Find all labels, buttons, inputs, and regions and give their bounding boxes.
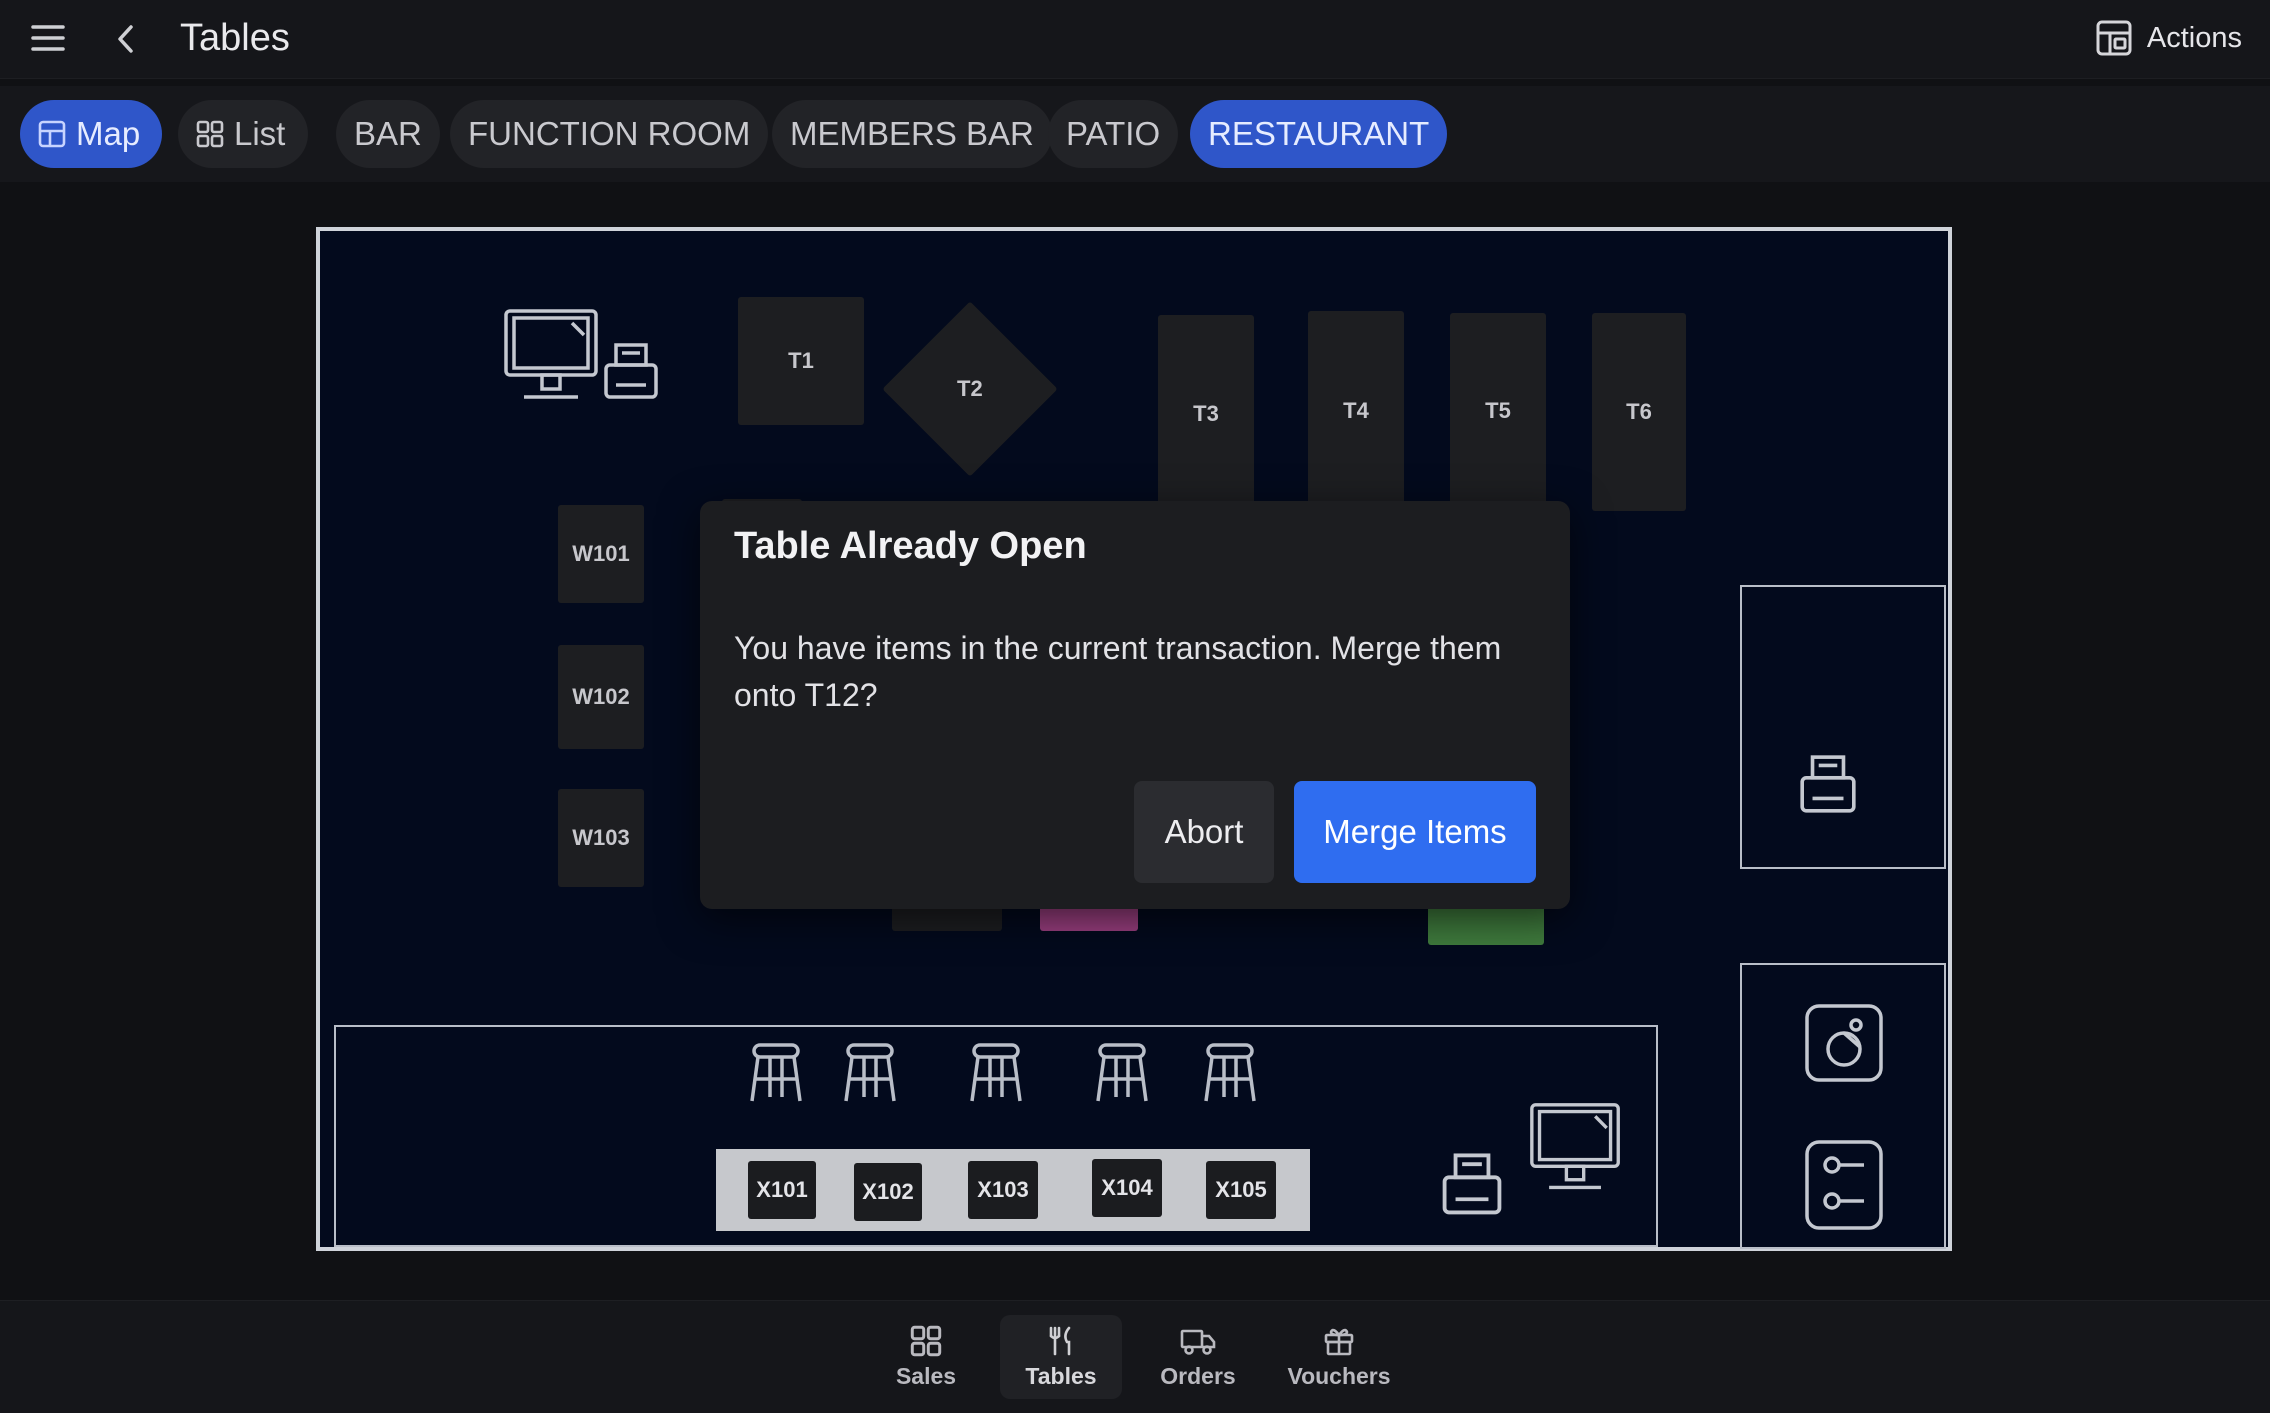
area-chip-function-room[interactable]: FUNCTION ROOM (450, 100, 769, 168)
bar-seat-x101[interactable]: X101 (748, 1161, 816, 1219)
actions-label: Actions (2146, 21, 2242, 54)
bar-counter: X101 X102 X103 X104 X105 (716, 1149, 1310, 1231)
map-icon (38, 120, 66, 148)
bar-stool-icon (964, 1041, 1028, 1105)
dialog-title: Table Already Open (734, 525, 1087, 567)
table-t6[interactable]: T6 (1592, 313, 1686, 511)
page-title: Tables (180, 17, 290, 59)
printer-icon (602, 341, 660, 403)
bar-seat-x104[interactable]: X104 (1092, 1159, 1162, 1217)
nav-tables-label: Tables (1025, 1362, 1097, 1389)
bottom-navigation: Sales Tables Orders Vouchers (0, 1300, 2270, 1413)
service-zone-printer (1740, 585, 1946, 869)
delivery-truck-icon (1180, 1325, 1216, 1357)
pos-terminal-icon (1528, 1101, 1624, 1197)
top-app-bar: Tables Actions (0, 0, 2270, 79)
view-list-label: List (234, 115, 286, 152)
table-t5[interactable]: T5 (1450, 313, 1546, 509)
view-map-label: Map (76, 115, 141, 152)
view-list-chip[interactable]: List (178, 100, 308, 168)
bar-stool-icon (744, 1041, 808, 1105)
grid-icon (196, 120, 224, 148)
pos-terminal-icon (502, 307, 602, 407)
bar-stool-icon (1198, 1041, 1262, 1105)
filter-bar: Map List BAR FUNCTION ROOM MEMBERS BAR P… (0, 86, 2270, 182)
area-chip-patio[interactable]: PATIO (1048, 100, 1179, 168)
table-w101[interactable]: W101 (558, 505, 644, 603)
printer-icon (1796, 753, 1860, 817)
nav-sales-label: Sales (895, 1362, 957, 1389)
area-chip-restaurant[interactable]: RESTAURANT (1190, 100, 1448, 168)
nav-sales[interactable]: Sales (878, 1315, 974, 1399)
menu-icon[interactable] (30, 22, 66, 54)
dialog-message: You have items in the current transactio… (734, 630, 1502, 713)
restroom-icon (1804, 1139, 1884, 1231)
table-t3[interactable]: T3 (1158, 315, 1254, 513)
nav-orders-label: Orders (1160, 1362, 1236, 1389)
bar-zone: X101 X102 X103 X104 X105 (334, 1025, 1658, 1247)
printer-icon (1440, 1151, 1504, 1219)
area-chip-members-bar[interactable]: MEMBERS BAR (772, 100, 1052, 168)
table-t1[interactable]: T1 (738, 297, 864, 425)
bar-stool-icon (838, 1041, 902, 1105)
bar-stool-icon (1090, 1041, 1154, 1105)
table-w103[interactable]: W103 (558, 789, 644, 887)
bar-seat-x105[interactable]: X105 (1206, 1161, 1276, 1219)
view-map-chip[interactable]: Map (20, 100, 162, 168)
abort-button[interactable]: Abort (1134, 781, 1274, 883)
table-t4[interactable]: T4 (1308, 311, 1404, 511)
gift-icon (1323, 1325, 1355, 1357)
table-t2-label: T2 (957, 376, 983, 401)
back-icon[interactable] (112, 22, 140, 56)
table-open-dialog: Table Already Open You have items in the… (700, 501, 1570, 909)
nav-vouchers-label: Vouchers (1287, 1362, 1391, 1389)
service-zone-restrooms (1740, 963, 1946, 1249)
bar-seat-x102[interactable]: X102 (854, 1163, 922, 1221)
nav-tables[interactable]: Tables (1000, 1315, 1122, 1399)
utensils-icon (1045, 1325, 1077, 1357)
table-t2[interactable]: T2 (882, 301, 1058, 477)
layout-icon (2095, 19, 2133, 57)
table-w102[interactable]: W102 (558, 645, 644, 749)
actions-button[interactable]: Actions (2095, 14, 2242, 62)
grid-icon (910, 1325, 942, 1357)
nav-vouchers[interactable]: Vouchers (1278, 1315, 1400, 1399)
nav-orders[interactable]: Orders (1148, 1315, 1248, 1399)
merge-items-button[interactable]: Merge Items (1294, 781, 1536, 883)
area-chip-bar[interactable]: BAR (336, 100, 440, 168)
accessible-restroom-icon (1804, 1003, 1884, 1083)
bar-seat-x103[interactable]: X103 (968, 1161, 1038, 1219)
